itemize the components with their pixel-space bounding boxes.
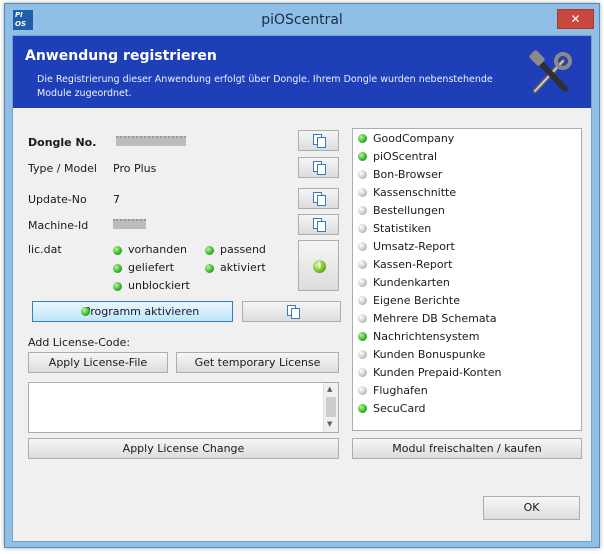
close-button[interactable]: ✕	[557, 9, 594, 29]
module-name: Kassen-Report	[373, 258, 453, 271]
module-name: piOScentral	[373, 150, 438, 163]
module-status-icon	[358, 278, 367, 287]
module-name: Eigene Berichte	[373, 294, 460, 307]
module-name: GoodCompany	[373, 132, 455, 145]
registration-window: PI OS piOScentral ✕ Anwendung registrier…	[4, 3, 600, 548]
module-list-item[interactable]: Kassenschnitte	[353, 184, 581, 202]
module-status-icon	[358, 170, 367, 179]
module-list-item[interactable]: Bon-Browser	[353, 166, 581, 184]
module-status-icon	[358, 260, 367, 269]
module-name: Kassenschnitte	[373, 186, 457, 199]
license-code-input[interactable]: ▲ ▼	[28, 382, 339, 433]
copy-machine-id-button[interactable]	[298, 214, 339, 235]
module-list[interactable]: GoodCompany piOScentral Bon-Browser Kassens…	[352, 128, 582, 431]
update-value: 7	[113, 193, 120, 206]
copy-dongle-button[interactable]	[298, 130, 339, 151]
status-aktiviert: aktiviert	[220, 261, 266, 274]
module-status-icon	[358, 152, 367, 161]
dialog-client: Anwendung registrieren Die Registrierung…	[12, 35, 592, 542]
scroll-down-icon[interactable]: ▼	[327, 420, 332, 428]
tools-icon	[529, 50, 572, 94]
module-list-item[interactable]: Statistiken	[353, 220, 581, 238]
status-dot-icon	[81, 307, 90, 316]
module-name: Umsatz-Report	[373, 240, 455, 253]
licdat-label: lic.dat	[28, 243, 62, 256]
module-name: Bon-Browser	[373, 168, 443, 181]
apply-license-file-button[interactable]: Apply License-File	[28, 352, 168, 373]
module-list-item[interactable]: Bestellungen	[353, 202, 581, 220]
update-label: Update-No	[28, 193, 87, 206]
module-status-icon	[358, 224, 367, 233]
module-status-icon	[358, 242, 367, 251]
module-list-item[interactable]: piOScentral	[353, 148, 581, 166]
module-list-item[interactable]: Nachrichtensystem	[353, 328, 581, 346]
module-list-item[interactable]: Eigene Berichte	[353, 292, 581, 310]
copy-type-button[interactable]	[298, 157, 339, 178]
status-dot-icon	[113, 246, 122, 255]
module-name: Kunden Prepaid-Konten	[373, 366, 502, 379]
module-name: Kundenkarten	[373, 276, 450, 289]
license-code-label: Add License-Code:	[28, 336, 131, 349]
module-status-icon	[358, 134, 367, 143]
type-value: Pro Plus	[113, 162, 157, 175]
module-status-icon	[358, 332, 367, 341]
copy-update-button[interactable]	[298, 188, 339, 209]
machine-id-label: Machine-Id	[28, 219, 89, 232]
module-status-icon	[358, 386, 367, 395]
apply-license-change-button[interactable]: Apply License Change	[28, 438, 339, 459]
module-status-icon	[358, 404, 367, 413]
header-description: Die Registrierung dieser Anwendung erfol…	[37, 74, 493, 99]
status-geliefert: geliefert	[128, 261, 175, 274]
dongle-number-masked	[116, 136, 186, 146]
status-dot-icon	[113, 264, 122, 273]
header-title: Anwendung registrieren	[25, 48, 217, 64]
info-button[interactable]: i	[298, 240, 339, 291]
module-name: SecuCard	[373, 402, 426, 415]
module-list-item[interactable]: Umsatz-Report	[353, 238, 581, 256]
dongle-label: Dongle No.	[28, 136, 97, 149]
module-name: Kunden Bonuspunke	[373, 348, 486, 361]
module-status-icon	[358, 314, 367, 323]
module-status-icon	[358, 368, 367, 377]
module-list-item[interactable]: Kundenkarten	[353, 274, 581, 292]
window-title: piOScentral	[261, 12, 343, 28]
module-name: Statistiken	[373, 222, 432, 235]
module-name: Flughafen	[373, 384, 428, 397]
status-dot-icon	[113, 282, 122, 291]
scroll-up-icon[interactable]: ▲	[327, 385, 332, 393]
module-status-icon	[358, 206, 367, 215]
modul-freischalten-button[interactable]: Modul freischalten / kaufen	[352, 438, 582, 459]
module-list-item[interactable]: Kunden Prepaid-Konten	[353, 364, 581, 382]
module-list-item[interactable]: Kassen-Report	[353, 256, 581, 274]
module-status-icon	[358, 350, 367, 359]
module-name: Bestellungen	[373, 204, 445, 217]
copy-activation-button[interactable]	[242, 301, 341, 322]
machine-id-masked	[113, 219, 146, 229]
status-passend: passend	[220, 243, 266, 256]
module-status-icon	[358, 296, 367, 305]
activate-program-button[interactable]: Programm aktivieren	[32, 301, 233, 322]
status-unblockiert: unblockiert	[128, 279, 190, 292]
title-bar[interactable]: PI OS piOScentral ✕	[5, 4, 599, 36]
status-dot-icon	[205, 264, 214, 273]
module-list-item[interactable]: Mehrere DB Schemata	[353, 310, 581, 328]
textarea-scrollbar[interactable]: ▲ ▼	[323, 383, 338, 432]
activate-program-label: Programm aktivieren	[83, 305, 200, 318]
module-list-item[interactable]: SecuCard	[353, 400, 581, 418]
module-status-icon	[358, 188, 367, 197]
type-label: Type / Model	[28, 162, 97, 175]
module-list-item[interactable]: Kunden Bonuspunke	[353, 346, 581, 364]
module-list-item[interactable]: Flughafen	[353, 382, 581, 400]
status-vorhanden: vorhanden	[128, 243, 187, 256]
module-name: Mehrere DB Schemata	[373, 312, 497, 325]
module-list-item[interactable]: GoodCompany	[353, 130, 581, 148]
status-dot-icon	[205, 246, 214, 255]
info-icon: i	[313, 260, 326, 273]
ok-button[interactable]: OK	[483, 496, 580, 520]
scroll-thumb[interactable]	[326, 397, 336, 417]
header-banner: Anwendung registrieren Die Registrierung…	[13, 36, 591, 108]
get-temporary-license-button[interactable]: Get temporary License	[176, 352, 339, 373]
module-name: Nachrichtensystem	[373, 330, 480, 343]
